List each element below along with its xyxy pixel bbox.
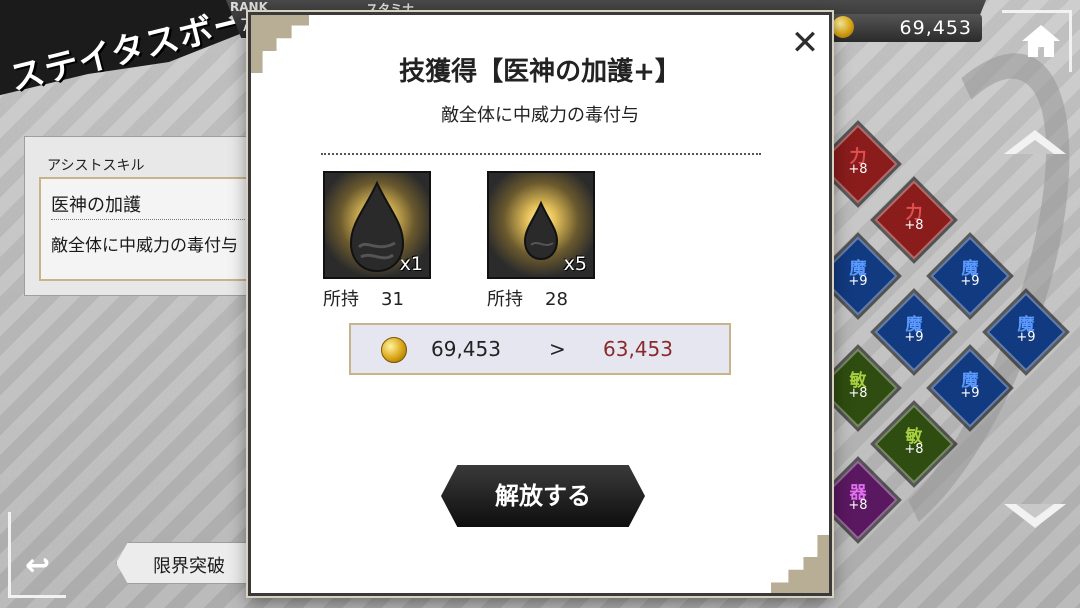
tile-bonus: +9 [960,386,980,401]
assist-skill-box: 医神の加護 敵全体に中威力の毒付与 [39,177,279,281]
assist-skill-desc: 敵全体に中威力の毒付与 [51,236,238,256]
chevron-down-icon[interactable] [1002,500,1068,530]
assist-skill-panel: アシストスキル 医神の加護 敵全体に中威力の毒付与 [24,136,279,296]
coins-before: 69,453 [431,337,501,361]
cost-arrow: > [549,337,566,361]
coins-after: 63,453 [603,337,673,361]
dialog-subtitle: 敵全体に中威力の毒付与 [441,105,639,126]
gold-coin-icon [832,16,854,38]
item-frame: x5 [487,171,595,279]
owned-label: 所持 [487,289,523,310]
limit-break-label: 限界突破 [153,556,225,577]
owned-count: 所持 28 [487,285,568,311]
coin-value: 69,453 [899,17,972,39]
owned-label: 所持 [323,289,359,310]
owned-count: 所持 31 [323,285,404,311]
owned-value: 28 [545,289,568,310]
return-arrow-icon: ↩ [25,548,51,583]
tile-bonus: +9 [1016,330,1036,345]
home-button[interactable] [1002,10,1072,72]
limit-break-tab[interactable]: 限界突破 [116,542,266,584]
tile-bonus: +8 [904,442,924,457]
assist-skill-name: 医神の加護 [51,195,141,216]
home-icon [1022,25,1060,57]
chevron-up-icon[interactable] [1002,128,1068,158]
gold-coin-icon [381,337,407,363]
material-item: x5 [487,171,597,279]
cost-panel: 69,453 > 63,453 [349,323,731,375]
corner-ornament [771,535,829,593]
material-item: x1 [323,171,433,279]
item-quantity: x1 [399,253,423,275]
assist-skill-header: アシストスキル [47,158,145,174]
item-frame: x1 [323,171,431,279]
divider [321,153,761,155]
dialog-title: 技獲得【医神の加護+】 [399,57,681,87]
tile-bonus: +9 [960,274,980,289]
skill-acquire-dialog: ✕ 技獲得【医神の加護+】 敵全体に中威力の毒付与 x1 所持 31 x5 所持 2… [248,12,832,596]
release-button[interactable]: 解放する [441,465,645,527]
owned-value: 31 [381,289,404,310]
tile-bonus: +9 [904,330,924,345]
coin-counter: 69,453 [830,14,982,42]
divider [51,219,271,220]
back-button[interactable]: ↩ [8,512,66,598]
item-quantity: x5 [563,253,587,275]
tile-bonus: +8 [904,218,924,233]
